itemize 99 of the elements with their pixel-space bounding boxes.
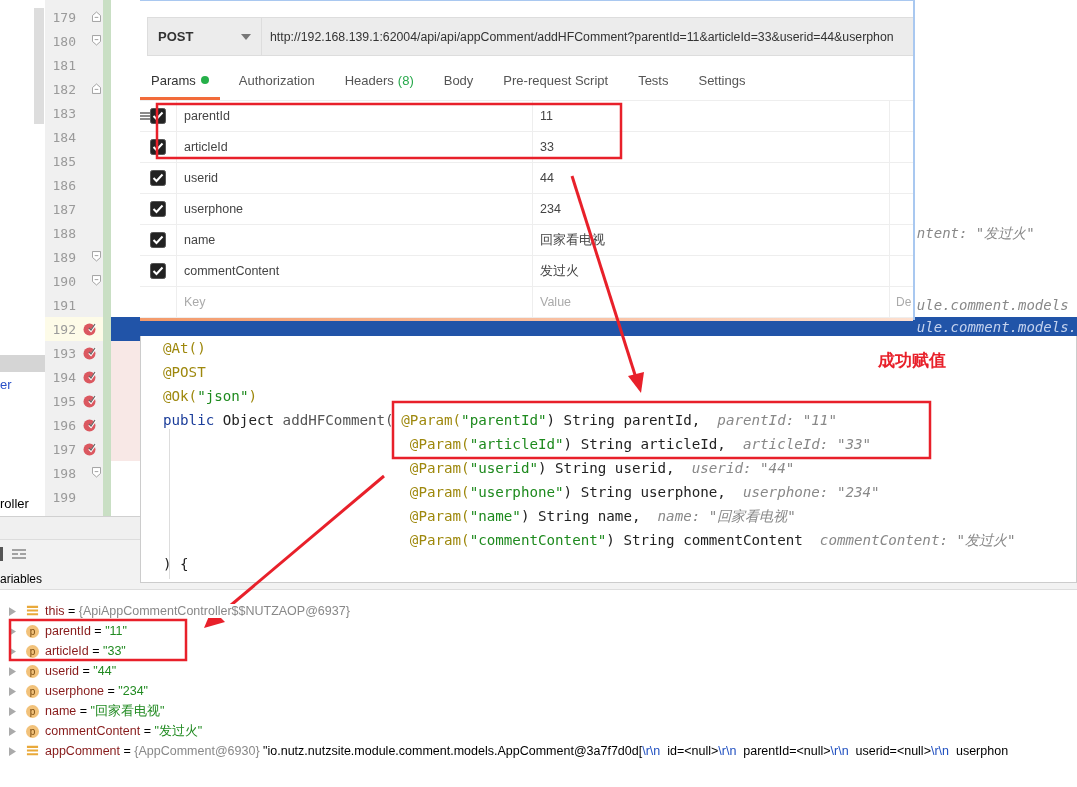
project-item[interactable]: er: [0, 377, 12, 392]
variable-value: name = "回家看电视": [45, 702, 165, 720]
inline-value-hint: name: "回家看电视": [657, 506, 796, 526]
code-line: @Param("parentId") String parentId,: [401, 412, 701, 428]
parameter-icon: p: [26, 704, 39, 718]
line-number: 190: [52, 273, 76, 289]
checkbox[interactable]: [150, 201, 166, 217]
breakpoint-icon[interactable]: [82, 442, 97, 456]
parameter-icon: p: [26, 644, 39, 658]
param-key[interactable]: articleId: [184, 140, 228, 154]
code-line: @Ok("json"): [163, 388, 257, 404]
code-line: public Object addHFComment(: [163, 412, 394, 428]
line-number: 197: [52, 441, 76, 457]
request-tab[interactable]: Headers (8): [333, 63, 425, 100]
inline-value-hint: ule.comment.models.: [916, 319, 1077, 335]
project-item[interactable]: roller: [0, 496, 29, 511]
fold-icon[interactable]: [91, 83, 101, 94]
drag-handle-icon[interactable]: [140, 111, 150, 121]
line-number: 196: [52, 417, 76, 433]
param-value[interactable]: 44: [540, 171, 554, 185]
variable-value: articleId = "33": [45, 644, 126, 658]
inline-value-hint: commentContent: "发过火": [819, 530, 1016, 550]
variables-tab[interactable]: ariables: [0, 571, 43, 586]
line-number: 184: [52, 129, 76, 145]
param-value[interactable]: 33: [540, 140, 554, 154]
variable-value: parentId = "11": [45, 624, 127, 638]
parameter-icon: p: [26, 664, 39, 678]
variable-value: userphone = "234": [45, 684, 149, 698]
line-number: 182: [52, 81, 76, 97]
parameter-icon: p: [26, 684, 39, 698]
code-line: @Param("userid") String userid,: [409, 460, 675, 476]
fold-icon[interactable]: [91, 11, 101, 22]
breakpoint-icon[interactable]: [82, 322, 97, 336]
line-number: 198: [52, 465, 76, 481]
code-line: @At(): [163, 340, 206, 356]
inline-value-hint: ntent: "发过火": [916, 225, 1035, 241]
object-icon: [26, 744, 39, 758]
fold-icon[interactable]: [91, 275, 101, 286]
breakpoint-icon[interactable]: [82, 394, 97, 408]
scrollbar-thumb[interactable]: [34, 8, 44, 124]
param-key[interactable]: userphone: [184, 202, 244, 216]
breakpoint-icon[interactable]: [82, 418, 97, 432]
code-line: @Param("userphone") String userphone,: [409, 484, 726, 500]
fold-icon[interactable]: [91, 35, 101, 46]
line-number: 183: [52, 105, 76, 121]
object-icon: [26, 604, 39, 618]
line-number: 194: [52, 369, 76, 385]
inline-value-hint: parentId: "11": [717, 412, 837, 428]
code-line: @POST: [163, 364, 206, 380]
param-value[interactable]: 11: [540, 109, 553, 123]
line-number: 193: [52, 345, 76, 361]
parameter-icon: p: [26, 724, 39, 738]
line-number: 185: [52, 153, 76, 169]
line-number: 192: [52, 321, 76, 337]
breakpoint-icon[interactable]: [82, 346, 97, 360]
param-key[interactable]: userid: [184, 171, 219, 185]
param-key[interactable]: parentId: [184, 109, 230, 123]
line-number: 195: [52, 393, 76, 409]
code-line: ) {: [163, 556, 189, 572]
line-number: 188: [52, 225, 76, 241]
line-number: 181: [52, 57, 76, 73]
annotation-label: 成功赋值: [878, 349, 946, 372]
request-tab[interactable]: Tests: [627, 63, 680, 100]
request-tab[interactable]: Params: [140, 63, 220, 100]
request-tab[interactable]: Authorization: [227, 63, 326, 100]
inline-value-hint: ule.comment.models: [916, 297, 1069, 313]
param-key[interactable]: commentContent: [184, 264, 280, 278]
inline-value-hint: userid: "44": [691, 460, 795, 476]
fold-icon[interactable]: [91, 251, 101, 262]
inline-value-hint: articleId: "33": [743, 436, 872, 452]
variable-value: appComment = {AppComment@6930} "io.nutz.nutzsite.module.comment.models.AppComment@3a7f7d0d[\r\n id=<null>\r\n parentId=<null>\r\n userid=<null>\r\n userphon: [45, 744, 1009, 758]
line-number: 180: [52, 33, 76, 49]
request-tab[interactable]: Settings: [687, 63, 757, 100]
checkbox[interactable]: [150, 232, 166, 248]
request-tab[interactable]: Pre-request Script: [492, 63, 620, 100]
param-value[interactable]: 234: [540, 202, 561, 216]
parameter-icon: p: [26, 624, 39, 638]
line-number: 199: [52, 489, 76, 505]
line-number: 189: [52, 249, 76, 265]
breakpoint-icon[interactable]: [82, 370, 97, 384]
checkbox[interactable]: [150, 170, 166, 186]
param-value[interactable]: 发过火: [540, 262, 579, 280]
variable-value: this = {ApiAppCommentController$$NUTZAOP@6937}: [45, 604, 350, 618]
inline-value-hint: userphone: "234": [743, 484, 880, 500]
checkbox[interactable]: [150, 263, 166, 279]
selection-highlight: [0, 355, 45, 372]
code-line: @Param("commentContent") String commentContent: [409, 532, 803, 548]
request-tab[interactable]: Body: [432, 63, 485, 100]
variable-value: userid = "44": [45, 664, 117, 678]
code-line: @Param("name") String name,: [409, 508, 641, 524]
line-number: 179: [52, 9, 76, 25]
line-number: 191: [52, 297, 76, 313]
code-line: @Param("articleId") String articleId,: [409, 436, 726, 452]
fold-icon[interactable]: [91, 467, 101, 478]
line-number: 187: [52, 201, 76, 217]
list-settings-icon[interactable]: [11, 548, 27, 560]
param-key[interactable]: name: [184, 233, 216, 247]
line-number: 186: [52, 177, 76, 193]
variable-value: commentContent = "发过火": [45, 722, 203, 740]
